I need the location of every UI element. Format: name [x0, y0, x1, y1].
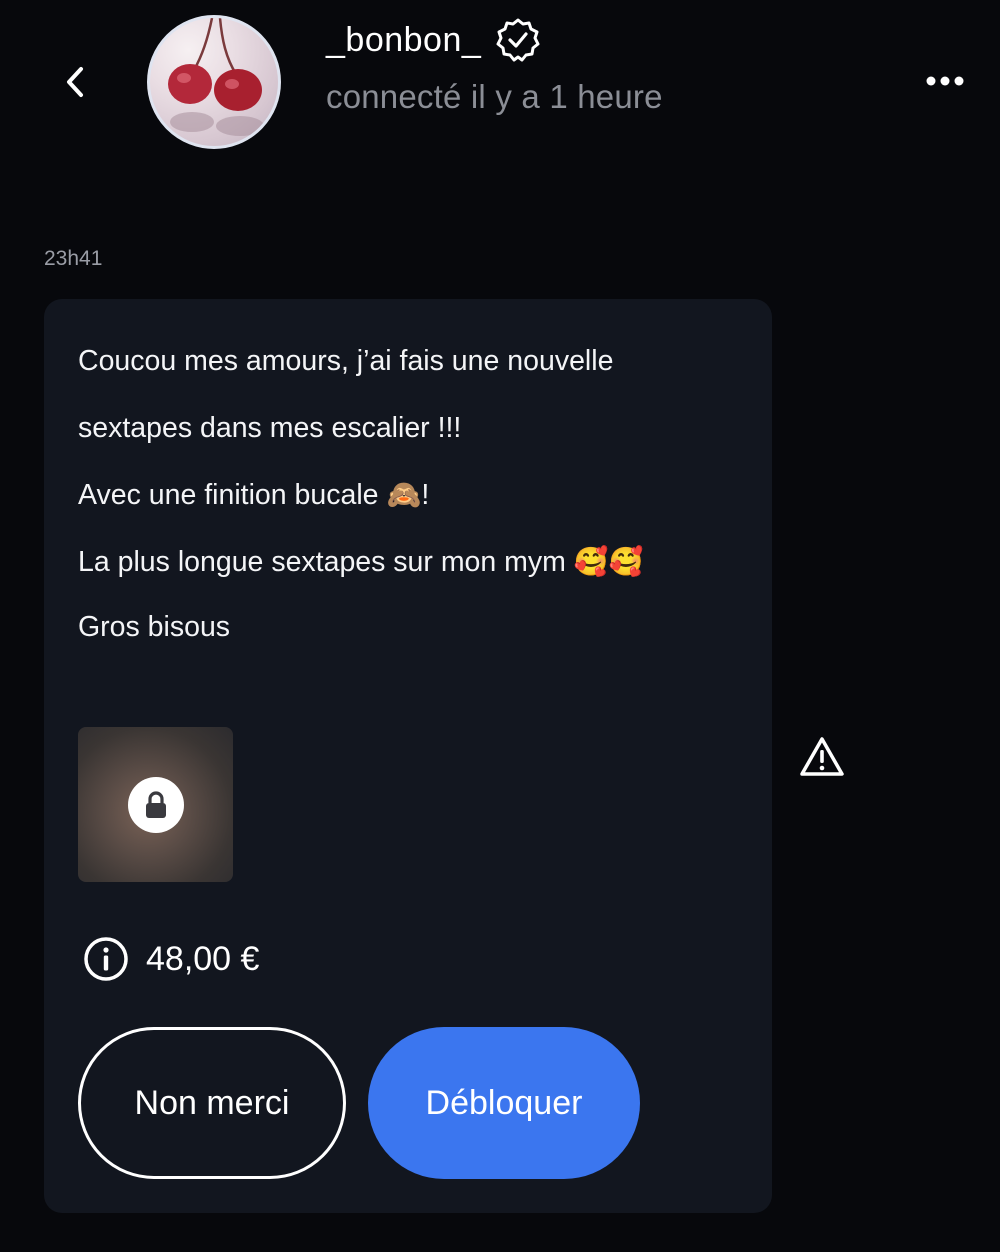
price-row: 48,00 € — [82, 935, 259, 983]
cherries-image — [168, 18, 264, 136]
smiling-hearts-emoji: 🥰🥰 — [573, 545, 644, 578]
lock-badge — [128, 777, 184, 833]
chevron-left-icon — [67, 67, 83, 97]
locked-media-thumbnail[interactable] — [78, 727, 233, 882]
message-card: Coucou mes amours, j’ai fais une nouvell… — [44, 299, 772, 1213]
see-no-evil-emoji: 🙈 — [386, 478, 422, 511]
avatar[interactable] — [147, 15, 281, 149]
message-line-5: Gros bisous — [78, 611, 231, 643]
username: _bonbon_ — [326, 20, 482, 59]
lock-icon — [146, 791, 166, 818]
warning-triangle-icon — [800, 737, 844, 776]
more-options-button[interactable] — [922, 66, 968, 96]
message-timestamp: 23h41 — [44, 247, 103, 270]
price-label: 48,00 € — [146, 939, 260, 978]
info-icon[interactable] — [82, 935, 130, 983]
back-button[interactable] — [58, 62, 92, 102]
username-row[interactable]: _bonbon_ — [326, 16, 541, 64]
report-button[interactable] — [796, 733, 848, 781]
more-horizontal-icon — [926, 76, 964, 86]
message-line-4-text: La plus longue sextapes sur mon mym — [78, 546, 574, 578]
message-line-3-suffix: ! — [421, 479, 430, 511]
decline-button[interactable]: Non merci — [78, 1027, 346, 1179]
message-line-1: Coucou mes amours, j’ai fais une nouvell… — [78, 345, 614, 377]
message-line-3: Avec une finition bucale 🙈! — [78, 478, 429, 512]
online-status: connecté il y a 1 heure — [326, 78, 663, 115]
chat-screen: _bonbon_ connecté il y a 1 heure 23h41 C… — [0, 0, 1000, 1252]
message-line-2: sextapes dans mes escalier !!! — [78, 412, 462, 444]
message-line-4: La plus longue sextapes sur mon mym 🥰🥰 — [78, 545, 644, 579]
verified-badge-icon — [496, 18, 540, 62]
unlock-button[interactable]: Débloquer — [368, 1027, 640, 1179]
message-line-3-text: Avec une finition bucale — [78, 479, 387, 511]
